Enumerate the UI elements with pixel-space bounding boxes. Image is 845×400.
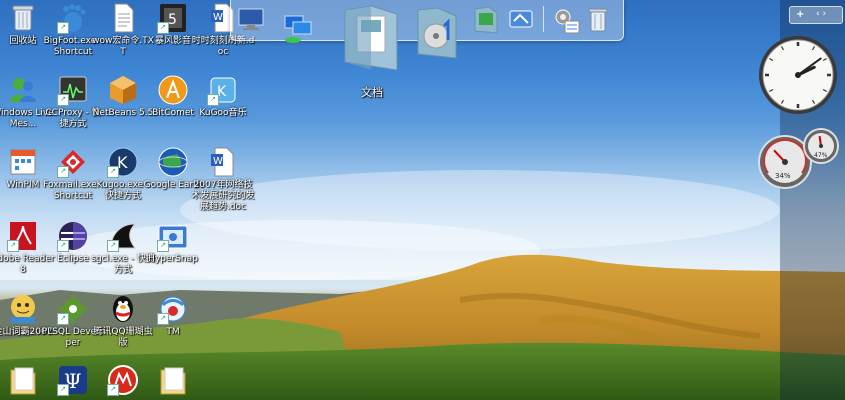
kingsoft-dict-icon <box>7 293 39 325</box>
bitcomet-icon <box>157 74 189 106</box>
icon-label: 2007年网络技术发展研究的发展趋势.doc <box>191 180 255 212</box>
pictures-folder-icon[interactable] <box>471 5 501 35</box>
shortcut-arrow-icon: ↗ <box>57 166 69 178</box>
shortcut-arrow-icon: ↗ <box>57 313 69 325</box>
memory-percent-value: 47 <box>814 152 822 159</box>
shortcut-arrow-icon: ↗ <box>207 94 219 106</box>
shortcut-arrow-icon: ↗ <box>57 240 69 252</box>
shortcut-arrow-icon: ↗ <box>57 22 69 34</box>
desktop-icon-hypersnap[interactable]: ↗ HyperSnap <box>141 220 205 265</box>
desktop: 回收站 ↗ BigFoot.exe - Shortcut wow宏命令.TXT … <box>0 0 845 400</box>
shortcut-arrow-icon: ↗ <box>7 240 19 252</box>
shortcut-arrow-icon: ↗ <box>157 22 169 34</box>
network-icon[interactable] <box>283 14 313 44</box>
google-earth-icon <box>157 146 189 178</box>
svg-text:5: 5 <box>168 12 177 28</box>
cpu-percent-value: 34 <box>775 172 784 180</box>
shortcut-arrow-icon: ↗ <box>57 94 69 106</box>
ccproxy-icon: ↗ <box>57 74 89 106</box>
svg-text:W: W <box>213 156 223 167</box>
recycle-bin-icon[interactable] <box>583 5 613 35</box>
toolbar-separator <box>543 6 544 32</box>
sgcl-icon: ↗ <box>107 220 139 252</box>
music-folder-icon[interactable] <box>414 6 460 62</box>
clock-gadget[interactable] <box>757 34 839 116</box>
bigfoot-icon: ↗ <box>57 2 89 34</box>
clock-face <box>759 36 837 114</box>
control-panel-icon[interactable] <box>551 5 581 35</box>
shortcut-arrow-icon: ↗ <box>107 166 119 178</box>
desktop-icon-tm[interactable]: ↗ TM <box>141 293 205 338</box>
red-app-icon: ↗ <box>107 364 139 396</box>
eclipse-icon: ↗ <box>57 220 89 252</box>
toolbar-hover-label: 文档 <box>361 86 383 99</box>
desktop-icon-doc-2[interactable]: W 2007年网络技术发展研究的发展趋势.doc <box>191 146 255 213</box>
desktop-icon-folder-2[interactable] <box>141 364 205 396</box>
cpu-percent-readout: 34% <box>775 172 791 180</box>
computer-icon[interactable] <box>237 5 267 35</box>
icon-label: HyperSnap <box>148 254 198 264</box>
folder-icon <box>157 364 189 396</box>
shortcut-arrow-icon: ↗ <box>157 313 169 325</box>
tm-icon: ↗ <box>157 293 189 325</box>
add-gadget-button[interactable]: + <box>796 7 804 22</box>
sidebar-controls: + ‹ › <box>789 6 843 24</box>
connect-icon[interactable] <box>506 5 536 35</box>
adobe-reader-icon: ↗ <box>7 220 39 252</box>
shortcut-arrow-icon: ↗ <box>107 384 119 396</box>
shortcut-arrow-icon: ↗ <box>107 240 119 252</box>
media-player-icon: 5 ↗ <box>157 2 189 34</box>
messenger-icon <box>7 74 39 106</box>
cpu-meter-gadget[interactable]: 34% 47% <box>757 128 841 190</box>
documents-folder-icon[interactable] <box>341 4 401 74</box>
psi-icon: Ψ ↗ <box>57 364 89 396</box>
icon-label: KuGoo音乐 <box>199 108 247 118</box>
svg-text:W: W <box>213 12 223 23</box>
desktop-icon-kugoo-music[interactable]: K ↗ KuGoo音乐 <box>191 74 255 119</box>
shortcut-arrow-icon: ↗ <box>157 240 169 252</box>
quick-launch-toolbar <box>230 0 624 71</box>
memory-percent-readout: 47% <box>814 152 828 159</box>
foxmail-icon: ↗ <box>57 146 89 178</box>
icon-label: TM <box>166 327 180 337</box>
kugoo-icon: K ↗ <box>107 146 139 178</box>
shortcut-arrow-icon: ↗ <box>57 384 69 396</box>
winpim-icon <box>7 146 39 178</box>
kugoo-music-icon: K ↗ <box>207 74 239 106</box>
gadget-nav-button[interactable]: ‹ › <box>816 7 826 22</box>
netbeans-icon <box>107 74 139 106</box>
hypersnap-icon: ↗ <box>157 220 189 252</box>
folder-icon <box>7 364 39 396</box>
qq-icon <box>107 293 139 325</box>
recycle-bin-icon <box>7 2 39 34</box>
cpu-meter-dials <box>758 128 839 189</box>
word-doc-icon: W <box>207 146 239 178</box>
text-file-icon <box>107 2 139 34</box>
plsql-icon: ↗ <box>57 293 89 325</box>
